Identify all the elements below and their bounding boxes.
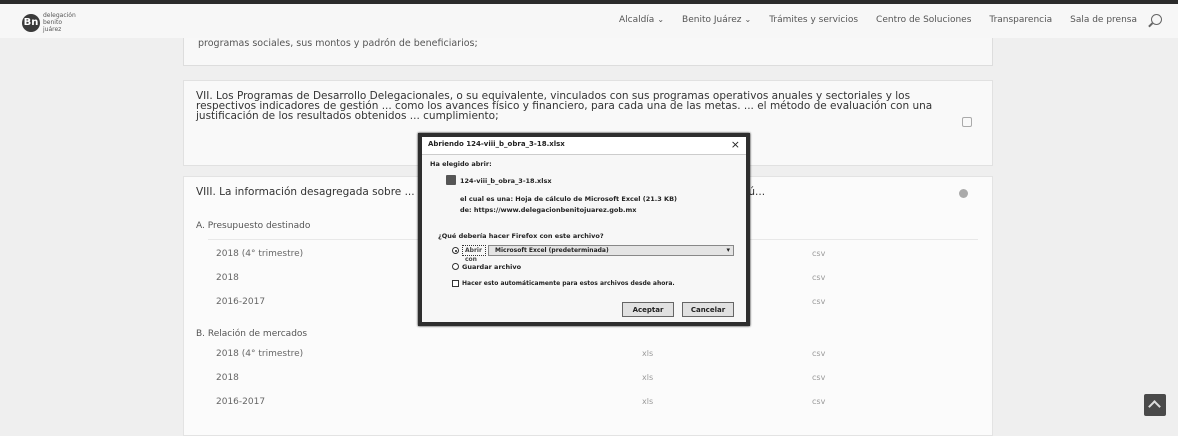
period-cell: 2018 (4° trimestre) bbox=[216, 249, 304, 259]
save-file-radio[interactable] bbox=[452, 263, 459, 270]
period-cell: 2018 bbox=[216, 273, 239, 283]
xls-link[interactable]: xls bbox=[642, 373, 653, 382]
open-with-radio[interactable] bbox=[452, 247, 459, 254]
excel-file-icon bbox=[446, 175, 456, 185]
dialog-filename: 124-viii_b_obra_3-18.xlsx bbox=[460, 177, 552, 185]
cancel-button[interactable]: Cancelar bbox=[682, 302, 734, 317]
dialog-file-source: de: https://www.delegacionbenitojuarez.g… bbox=[460, 206, 637, 214]
document-icon[interactable] bbox=[962, 117, 972, 127]
nav-label: Benito Juárez bbox=[682, 14, 742, 25]
dialog-question: ¿Qué debería hacer Firefox con este arch… bbox=[438, 232, 604, 240]
csv-link[interactable]: csv bbox=[812, 297, 825, 306]
xls-link[interactable]: xls bbox=[642, 349, 653, 358]
table-row: 2016-2017 xls csv bbox=[184, 397, 994, 415]
application-select-value: Microsoft Excel (predeterminada) bbox=[495, 247, 609, 254]
period-cell: 2016-2017 bbox=[216, 297, 266, 307]
csv-link[interactable]: csv bbox=[812, 249, 825, 258]
csv-link[interactable]: csv bbox=[812, 349, 825, 358]
scroll-to-top-button[interactable] bbox=[1144, 394, 1166, 416]
csv-link[interactable]: csv bbox=[812, 273, 825, 282]
xls-link[interactable]: xls bbox=[642, 397, 653, 406]
nav-benito-juarez[interactable]: Benito Juárez ⌄ bbox=[682, 15, 751, 25]
nav-label: Alcaldía bbox=[618, 14, 655, 25]
gear-icon[interactable] bbox=[959, 189, 968, 198]
download-dialog: Abriendo 124-viii_b_obra_3-18.xlsx × Ha … bbox=[418, 133, 750, 326]
table-row: 2018 (4° trimestre) xls csv bbox=[184, 349, 994, 367]
dialog-titlebar[interactable]: Abriendo 124-viii_b_obra_3-18.xlsx × bbox=[422, 137, 746, 155]
csv-link[interactable]: csv bbox=[812, 397, 825, 406]
remember-label[interactable]: Hacer esto automáticamente para estos ar… bbox=[462, 280, 675, 287]
chevron-down-icon: ⌄ bbox=[657, 14, 665, 24]
card-text: VII. Los Programas de Desarrollo Delegac… bbox=[196, 90, 933, 122]
nav-sala-prensa[interactable]: Sala de prensa bbox=[1070, 15, 1137, 25]
item-card-previous: programas sociales, sus montos y padrón … bbox=[183, 38, 993, 66]
dialog-title: Abriendo 124-viii_b_obra_3-18.xlsx bbox=[428, 140, 565, 148]
dialog-file-type: el cual es una: Hoja de cálculo de Micro… bbox=[460, 195, 678, 203]
dialog-heading: Ha elegido abrir: bbox=[430, 160, 492, 168]
open-with-label[interactable]: Abrir con bbox=[462, 245, 486, 263]
search-icon[interactable] bbox=[1151, 14, 1162, 25]
site-logo[interactable]: Bn delegación benito juárez bbox=[22, 12, 76, 33]
save-file-label[interactable]: Guardar archivo bbox=[462, 263, 521, 271]
chevron-down-icon: ▾ bbox=[726, 246, 730, 254]
section-label-b: B. Relación de mercados bbox=[196, 329, 308, 339]
period-cell: 2018 bbox=[216, 373, 239, 383]
accept-button[interactable]: Aceptar bbox=[622, 302, 674, 317]
section-label-a: A. Presupuesto destinado bbox=[196, 221, 311, 231]
remember-checkbox[interactable] bbox=[452, 280, 459, 287]
nav-alcaldia[interactable]: Alcaldía ⌄ bbox=[619, 15, 664, 25]
application-select[interactable]: Microsoft Excel (predeterminada) ▾ bbox=[488, 245, 734, 256]
logo-text: delegación benito juárez bbox=[43, 12, 76, 33]
table-row: 2018 xls csv bbox=[184, 373, 994, 391]
close-icon[interactable]: × bbox=[731, 138, 740, 151]
period-cell: 2018 (4° trimestre) bbox=[216, 349, 304, 359]
card-text: programas sociales, sus montos y padrón … bbox=[198, 38, 478, 49]
top-navbar: Bn delegación benito juárez Alcaldía ⌄ Be… bbox=[0, 4, 1178, 38]
nav-centro-soluciones[interactable]: Centro de Soluciones bbox=[876, 15, 971, 25]
chevron-down-icon: ⌄ bbox=[744, 14, 752, 24]
dialog-body: Ha elegido abrir: 124-viii_b_obra_3-18.x… bbox=[422, 155, 746, 322]
nav-transparencia[interactable]: Transparencia bbox=[989, 15, 1052, 25]
logo-mark: Bn bbox=[22, 13, 40, 32]
nav-tramites[interactable]: Trámites y servicios bbox=[769, 15, 858, 25]
period-cell: 2016-2017 bbox=[216, 397, 266, 407]
csv-link[interactable]: csv bbox=[812, 373, 825, 382]
main-menu: Alcaldía ⌄ Benito Juárez ⌄ Trámites y serv… bbox=[601, 14, 1162, 25]
